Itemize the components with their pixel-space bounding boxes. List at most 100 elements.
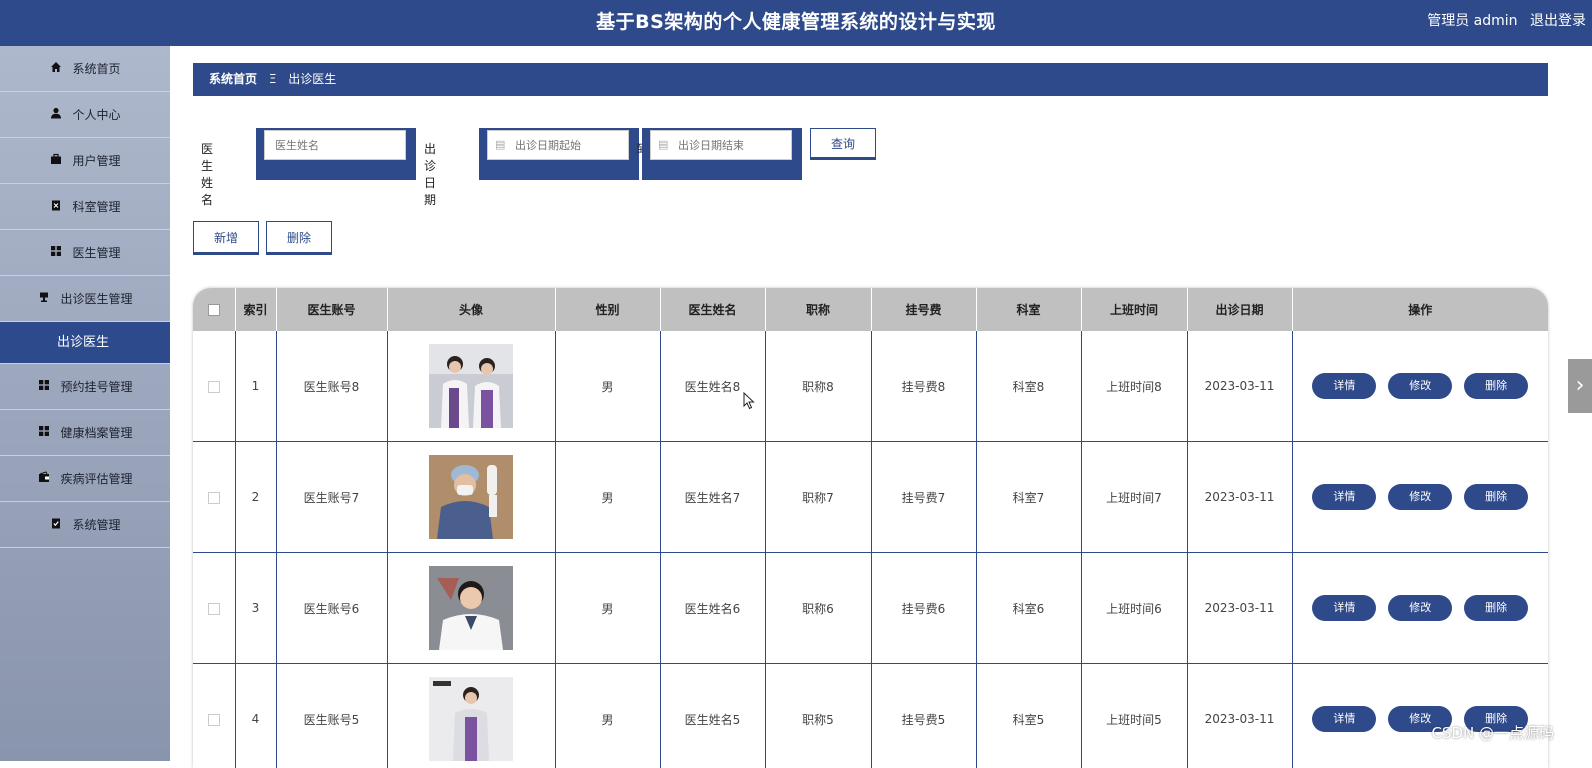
cell-account: 医生账号6 [276,553,387,664]
cell-index: 1 [235,331,276,442]
delete-button[interactable]: 删除 [1464,373,1528,399]
sidebar-item-label: 系统首页 [72,60,120,77]
doctor-avatar-image [429,344,513,428]
cell-visit-date: 2023-03-11 [1187,331,1292,442]
sidebar-item-health-records[interactable]: 健康档案管理 [0,410,170,456]
detail-button[interactable]: 详情 [1312,373,1376,399]
sidebar-item-label: 出诊医生管理 [60,290,132,307]
sidebar: 系统首页 个人中心 用户管理 科室管理 医生管理 出诊医生管理 出诊医生 [0,46,170,761]
sidebar-item-system[interactable]: 系统管理 [0,502,170,548]
cell-gender: 男 [555,553,660,664]
query-button[interactable]: 查询 [810,128,876,160]
cell-gender: 男 [555,331,660,442]
col-gender: 性别 [555,288,660,331]
row-checkbox[interactable] [193,664,235,768]
breadcrumb-current: 出诊医生 [288,72,336,86]
cell-visit-date: 2023-03-11 [1187,664,1292,768]
cell-account: 医生账号5 [276,664,387,768]
detail-button[interactable]: 详情 [1312,595,1376,621]
clipboard-check-icon [49,517,63,532]
sidebar-item-home[interactable]: 系统首页 [0,46,170,92]
doctor-avatar-image [429,677,513,761]
calendar-icon: ▤ [495,138,505,151]
doctor-name-input[interactable] [264,130,406,160]
cell-index: 4 [235,664,276,768]
sidebar-item-label: 个人中心 [72,106,120,123]
date-start-input[interactable] [487,130,629,160]
cell-index: 3 [235,553,276,664]
cell-fee: 挂号费8 [871,331,976,442]
edit-button[interactable]: 修改 [1388,373,1452,399]
sidebar-item-departments[interactable]: 科室管理 [0,184,170,230]
cell-department: 科室6 [976,553,1081,664]
chevron-right-icon: › [1576,373,1585,398]
cell-gender: 男 [555,442,660,553]
cell-department: 科室5 [976,664,1081,768]
add-button[interactable]: 新增 [193,221,259,255]
detail-button[interactable]: 详情 [1312,706,1376,732]
cell-name: 医生姓名7 [660,442,765,553]
table-row: 4 医生账号5 [193,664,1548,768]
sidebar-item-label: 用户管理 [72,152,120,169]
cell-fee: 挂号费7 [871,442,976,553]
col-account: 医生账号 [276,288,387,331]
detail-button[interactable]: 详情 [1312,484,1376,510]
sidebar-item-appointments[interactable]: 预约挂号管理 [0,364,170,410]
date-end-box: ▤ [642,128,802,180]
cell-operations: 详情 修改 删除 [1292,442,1548,553]
doctor-avatar-image [429,455,513,539]
delete-button[interactable]: 删除 [1464,484,1528,510]
top-header: 基于BS架构的个人健康管理系统的设计与实现 管理员 admin 退出登录 [0,0,1592,46]
sidebar-item-label: 系统管理 [72,516,120,533]
breadcrumb-home[interactable]: 系统首页 [209,72,257,86]
logout-link[interactable]: 退出登录 [1530,13,1586,29]
date-end-input[interactable] [650,130,792,160]
app-title: 基于BS架构的个人健康管理系统的设计与实现 [0,0,1592,46]
grid-icon [49,245,63,260]
sidebar-item-profile[interactable]: 个人中心 [0,92,170,138]
cell-avatar [387,664,555,768]
mouse-cursor-icon [743,392,755,414]
home-icon [49,61,63,76]
cell-index: 2 [235,442,276,553]
cell-name: 医生姓名5 [660,664,765,768]
batch-delete-button[interactable]: 删除 [266,221,332,255]
sidebar-subitem-visiting-doctor[interactable]: 出诊医生 [0,322,170,364]
sidebar-item-users[interactable]: 用户管理 [0,138,170,184]
col-operations: 操作 [1292,288,1548,331]
cell-operations: 详情 修改 删除 [1292,553,1548,664]
edit-button[interactable]: 修改 [1388,484,1452,510]
sidebar-item-visiting-doctor-mgmt[interactable]: 出诊医生管理 [0,276,170,322]
col-title: 职称 [765,288,871,331]
cell-fee: 挂号费5 [871,664,976,768]
cell-work-time: 上班时间7 [1081,442,1187,553]
col-index: 索引 [235,288,276,331]
edit-button[interactable]: 修改 [1388,595,1452,621]
expand-panel-handle[interactable]: › [1568,359,1592,413]
row-checkbox[interactable] [193,442,235,553]
watermark: CSDN @一点源码 [1431,722,1554,743]
breadcrumb-separator: Ξ [269,72,277,86]
doctor-avatar-image [429,566,513,650]
sidebar-item-doctors[interactable]: 医生管理 [0,230,170,276]
sidebar-item-disease-assessment[interactable]: 疾病评估管理 [0,456,170,502]
row-checkbox[interactable] [193,553,235,664]
cell-visit-date: 2023-03-11 [1187,442,1292,553]
sidebar-item-label: 疾病评估管理 [60,470,132,487]
cell-title: 职称6 [765,553,871,664]
table-row: 2 医生账号7 [193,442,1548,553]
delete-button[interactable]: 删除 [1464,595,1528,621]
user-icon [49,107,63,122]
cell-work-time: 上班时间6 [1081,553,1187,664]
grid-icon [37,379,51,394]
cell-visit-date: 2023-03-11 [1187,553,1292,664]
cell-gender: 男 [555,664,660,768]
select-all-checkbox[interactable] [193,288,235,331]
clipboard-icon [49,199,63,214]
row-checkbox[interactable] [193,331,235,442]
col-work-time: 上班时间 [1081,288,1187,331]
table-row: 1 医生账号8 [193,331,1548,442]
cell-title: 职称7 [765,442,871,553]
sidebar-item-label: 健康档案管理 [60,424,132,441]
cell-work-time: 上班时间8 [1081,331,1187,442]
